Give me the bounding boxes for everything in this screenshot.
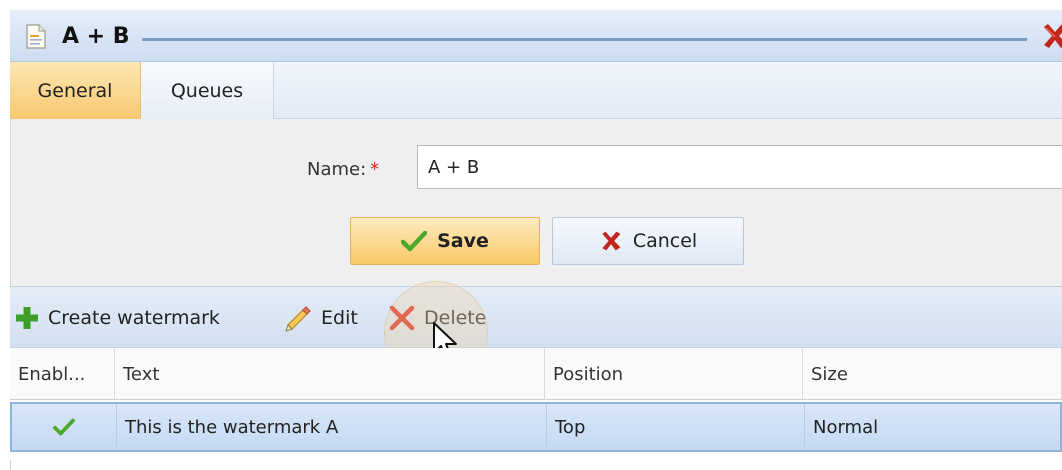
name-label-text: Name: bbox=[307, 159, 367, 180]
window-title: A + B bbox=[62, 24, 130, 49]
create-watermark-button[interactable]: Create watermark bbox=[14, 287, 220, 349]
tab-bar: General Queues bbox=[10, 62, 1062, 119]
watermark-dialog: A + B General Queues Name:* Save Cancel bbox=[0, 0, 1062, 470]
plus-icon bbox=[16, 307, 38, 329]
save-button[interactable]: Save bbox=[350, 217, 540, 265]
pencil-icon bbox=[285, 306, 311, 332]
tab-queues[interactable]: Queues bbox=[141, 62, 274, 119]
title-divider bbox=[142, 38, 1027, 41]
watermark-toolbar: Create watermark Edit Delete bbox=[10, 286, 1062, 348]
create-watermark-label: Create watermark bbox=[48, 307, 220, 329]
table-header: Enabl... Text Position Size bbox=[10, 348, 1062, 400]
table-border bbox=[10, 460, 11, 470]
cancel-button[interactable]: Cancel bbox=[552, 217, 744, 265]
edit-button[interactable]: Edit bbox=[283, 287, 358, 349]
name-input[interactable] bbox=[417, 145, 1062, 189]
cancel-x-icon bbox=[602, 231, 621, 251]
title-bar: A + B bbox=[10, 10, 1062, 62]
column-header-text[interactable]: Text bbox=[115, 348, 545, 400]
table-row[interactable]: This is the watermark A Top Normal bbox=[10, 402, 1062, 452]
size-cell: Normal bbox=[805, 404, 1062, 450]
tab-general[interactable]: General bbox=[10, 62, 141, 119]
checkmark-icon bbox=[401, 230, 428, 252]
column-header-enabled[interactable]: Enabl... bbox=[10, 348, 115, 400]
document-icon bbox=[26, 24, 46, 49]
cancel-label: Cancel bbox=[632, 230, 698, 252]
name-label: Name: * bbox=[307, 159, 379, 180]
text-cell: This is the watermark A bbox=[117, 404, 547, 450]
position-cell: Top bbox=[547, 404, 805, 450]
enabled-cell bbox=[12, 404, 117, 450]
general-form: Name:* Save Cancel bbox=[10, 119, 1062, 286]
required-marker: * bbox=[370, 159, 380, 180]
column-header-position[interactable]: Position bbox=[545, 348, 803, 400]
watermark-table: Enabl... Text Position Size This is the … bbox=[10, 348, 1062, 470]
checkmark-icon bbox=[53, 418, 75, 436]
column-header-size[interactable]: Size bbox=[803, 348, 1062, 400]
close-icon[interactable] bbox=[1040, 22, 1062, 50]
save-label: Save bbox=[437, 230, 489, 252]
edit-label: Edit bbox=[321, 307, 358, 329]
